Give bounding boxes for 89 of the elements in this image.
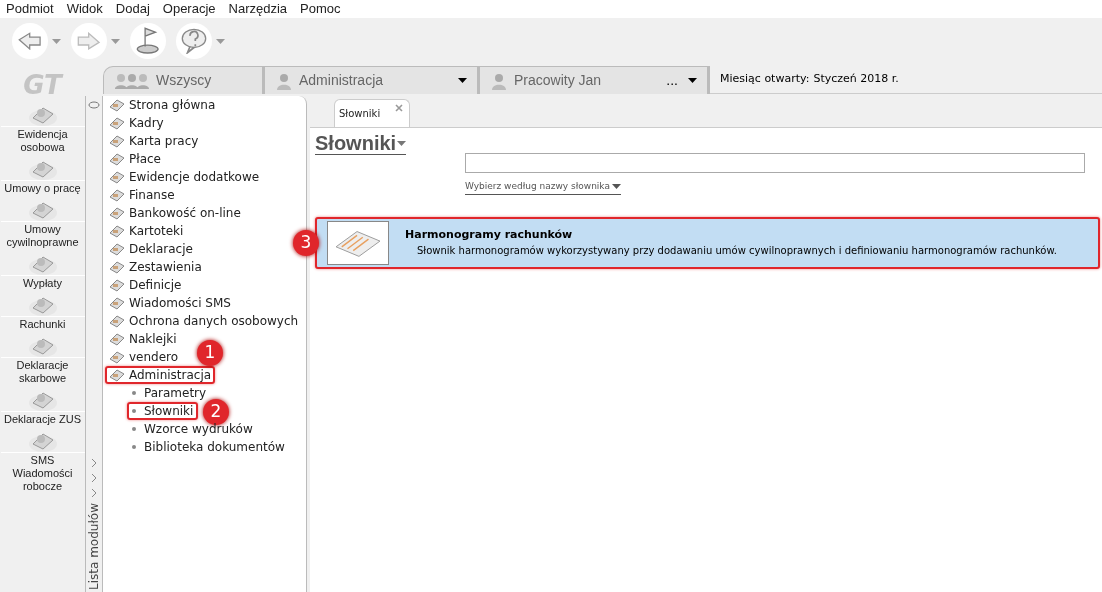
- tree-item[interactable]: Karta pracy: [105, 132, 203, 150]
- bullet-icon: [132, 391, 136, 395]
- tree-item[interactable]: Bankowość on-line: [105, 204, 245, 222]
- header-tab[interactable]: Pracowity Jan ...: [480, 66, 710, 94]
- module-icon: [109, 206, 125, 220]
- caret-icon: [688, 78, 697, 83]
- flag-icon: [136, 27, 160, 55]
- module-icon: [109, 134, 125, 148]
- tree-subitem[interactable]: Parametry: [127, 384, 212, 402]
- module-button[interactable]: Umowy o pracę: [0, 156, 85, 197]
- menu-item[interactable]: Podmiot: [6, 0, 54, 19]
- menu-item[interactable]: Operacje: [162, 0, 216, 19]
- menu-item[interactable]: Pomoc: [300, 0, 341, 19]
- result-row[interactable]: Harmonogramy rachunków Słownik harmonogramów wykorzystywany przy dodawaniu umów cywilnoprawnych i definiowaniu harmonogramów rachunków.: [315, 216, 1100, 269]
- tree-item[interactable]: Definicje: [105, 276, 186, 294]
- module-button[interactable]: Deklaracje skarbowe: [0, 333, 85, 387]
- menu-item[interactable]: Dodaj: [115, 0, 150, 19]
- module-button[interactable]: Umowy cywilnoprawne: [0, 197, 85, 251]
- caret-icon: [458, 78, 467, 83]
- result-description: Słownik harmonogramów wykorzystywany przy dodawaniu umów cywilnoprawnych i definiowaniu harmonogramów rachunków.: [416, 244, 1057, 259]
- tree-item[interactable]: Ochrona danych osobowych: [105, 312, 303, 330]
- module-button[interactable]: SMS Wiadomości robocze: [0, 428, 85, 495]
- bullet-icon: [132, 427, 136, 431]
- module-icon: [109, 152, 125, 166]
- module-icon: [109, 260, 125, 274]
- document-icon: [327, 220, 389, 265]
- close-icon[interactable]: [395, 104, 403, 112]
- result-title: Harmonogramy rachunków: [405, 226, 574, 243]
- pin-icon: [88, 100, 100, 110]
- module-icon: [109, 98, 125, 112]
- document-tab[interactable]: Słowniki: [334, 99, 410, 127]
- tree-item[interactable]: Kadry: [105, 114, 168, 132]
- menu-item[interactable]: Widok: [66, 0, 103, 19]
- module-icon: [109, 278, 125, 292]
- arrow-icon: [18, 31, 42, 51]
- caret-icon: [216, 38, 225, 44]
- caret-icon: [611, 184, 621, 190]
- tree-item[interactable]: Finanse: [105, 186, 179, 204]
- person-icon: [490, 71, 508, 90]
- tree-item[interactable]: Naklejki: [105, 330, 181, 348]
- tree-item[interactable]: Ewidencje dodatkowe: [105, 168, 264, 186]
- tree-item[interactable]: Administracja: [105, 366, 216, 384]
- tree-item[interactable]: Deklaracje: [105, 240, 197, 258]
- tree-subitem[interactable]: Biblioteka dokumentów: [127, 438, 290, 456]
- tree-item[interactable]: Strona główna: [105, 96, 220, 114]
- tree-item[interactable]: vendero: [105, 348, 183, 366]
- help-icon: [181, 28, 207, 54]
- people-icon: [114, 71, 150, 90]
- page-heading[interactable]: Słowniki: [315, 132, 407, 155]
- toolbar-button[interactable]: [176, 23, 225, 59]
- caret-icon: [52, 38, 61, 44]
- module-icon: [109, 296, 125, 310]
- tree-item[interactable]: Zestawienia: [105, 258, 206, 276]
- module-icon: [109, 314, 125, 328]
- module-icon: [109, 368, 125, 382]
- header-tab[interactable]: Administracja: [265, 66, 480, 94]
- module-list-label[interactable]: Lista modułów: [85, 503, 103, 590]
- person-icon: [275, 71, 293, 90]
- tree-item[interactable]: Płace: [105, 150, 165, 168]
- bullet-icon: [132, 445, 136, 449]
- module-button[interactable]: Ewidencja osobowa: [0, 102, 85, 156]
- tree-subitem[interactable]: Słowniki: [127, 402, 199, 420]
- module-icon: [109, 170, 125, 184]
- toolbar-button[interactable]: [130, 23, 166, 59]
- toolbar-button[interactable]: [12, 23, 61, 59]
- module-button[interactable]: Rachunki: [0, 292, 85, 333]
- module-icon: [109, 188, 125, 202]
- module-icon: [109, 332, 125, 346]
- tree-item[interactable]: Wiadomości SMS: [105, 294, 235, 312]
- search-field[interactable]: [465, 153, 1085, 173]
- filter-link[interactable]: Wybierz według nazwy słownika: [465, 180, 621, 195]
- module-icon: [109, 242, 125, 256]
- bullet-icon: [132, 409, 136, 413]
- menu-item[interactable]: Narzędzia: [228, 0, 288, 19]
- arrow-icon: [77, 31, 101, 51]
- caret-icon: [397, 140, 407, 146]
- chevron-icon[interactable]: [91, 458, 97, 469]
- chevron-icon[interactable]: [91, 488, 97, 499]
- chevron-icon[interactable]: [91, 473, 97, 484]
- callout-number: 1: [197, 340, 223, 366]
- toolbar-button[interactable]: [71, 23, 120, 59]
- header-tab[interactable]: Wszyscy: [103, 66, 265, 94]
- module-icon: [109, 350, 125, 364]
- module-button[interactable]: Wypłaty: [0, 251, 85, 292]
- module-icon: [109, 224, 125, 238]
- tree-item[interactable]: Kartoteki: [105, 222, 188, 240]
- caret-icon: [111, 38, 120, 44]
- module-button[interactable]: Deklaracje ZUS: [0, 387, 85, 428]
- module-icon: [109, 116, 125, 130]
